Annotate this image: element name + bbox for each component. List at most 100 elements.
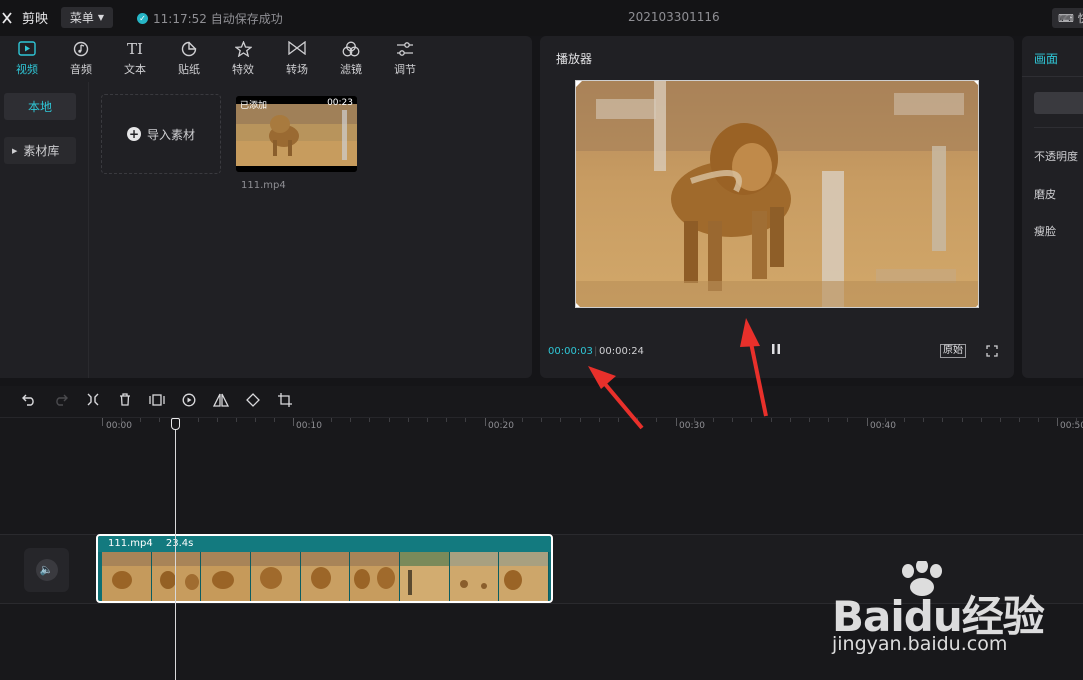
timeline-toolbar — [0, 386, 1083, 418]
tab-video[interactable]: 视频 — [0, 36, 54, 82]
pause-icon — [772, 344, 780, 354]
tick-mark — [293, 418, 294, 426]
tab-canvas[interactable]: 画面 — [1034, 50, 1058, 67]
aspect-original-button[interactable]: 原始 — [940, 344, 966, 358]
clip-frame — [102, 552, 152, 601]
app-name: 剪映 — [22, 12, 49, 27]
minor-tick — [1037, 418, 1039, 422]
minor-tick — [445, 418, 447, 422]
tick-mark — [867, 418, 868, 426]
minor-tick — [216, 418, 218, 422]
speaker-icon: 🔈 — [35, 559, 58, 581]
watermark-url: jingyan.baidu.com — [832, 633, 1008, 655]
play-reverse-button[interactable] — [178, 393, 199, 411]
keyboard-icon: ⌨ — [1058, 11, 1074, 25]
shortcut-button[interactable]: ⌨ 快 — [1052, 8, 1083, 28]
redo-button[interactable] — [50, 394, 71, 410]
clip-frame — [300, 552, 351, 601]
time-separator: | — [594, 346, 598, 357]
smooth-skin-label: 磨皮 — [1034, 188, 1056, 201]
rotate-icon — [245, 392, 260, 407]
music-icon — [73, 41, 89, 58]
trash-icon — [119, 393, 130, 406]
props-divider-2 — [1034, 127, 1083, 128]
chevron-down-icon: ▼ — [97, 13, 105, 22]
media-tabs: 视频 音频 TI 文本 贴纸 特效 转场 滤镜 调节 — [0, 36, 532, 82]
split-button[interactable] — [82, 393, 103, 410]
video-icon — [18, 41, 36, 58]
undo-icon — [21, 394, 34, 406]
minor-tick — [789, 418, 791, 422]
tick-label: 00:30 — [679, 421, 705, 431]
minor-tick — [904, 418, 906, 422]
minor-tick — [655, 418, 657, 422]
minor-tick — [713, 418, 715, 422]
side-item-local[interactable]: 本地 — [4, 93, 76, 120]
menu-button[interactable]: 菜单 ▼ — [61, 7, 113, 28]
check-icon: ✓ — [137, 13, 148, 24]
minor-tick — [732, 418, 734, 422]
crop-button[interactable] — [274, 392, 295, 411]
tick-mark — [1057, 418, 1058, 426]
time-ruler[interactable]: 00:00 00:10 00:20 00:30 00:40 00:50 — [0, 418, 1083, 432]
mirror-icon — [212, 393, 229, 407]
lion-video-frame — [576, 81, 978, 307]
minor-tick — [923, 418, 925, 422]
minor-tick — [350, 418, 352, 422]
minor-tick — [254, 418, 256, 422]
tab-adjust[interactable]: 调节 — [378, 36, 432, 82]
minor-tick — [388, 418, 390, 422]
playhead-line[interactable] — [175, 420, 176, 680]
minor-tick — [598, 418, 600, 422]
tab-filter[interactable]: 滤镜 — [324, 36, 378, 82]
minor-tick — [121, 418, 123, 422]
import-media-button[interactable]: + 导入素材 — [101, 94, 221, 174]
video-preview[interactable] — [575, 80, 979, 308]
media-thumbnail[interactable]: 已添加 00:23 — [236, 96, 357, 172]
tab-audio[interactable]: 音频 — [54, 36, 108, 82]
minor-tick — [942, 418, 944, 422]
slim-face-label: 瘦脸 — [1034, 225, 1056, 238]
tab-text[interactable]: TI 文本 — [108, 36, 162, 82]
delete-button[interactable] — [114, 393, 135, 410]
app-logo: 剪映 — [2, 8, 48, 27]
minor-tick — [999, 418, 1001, 422]
added-badge: 已添加 — [240, 101, 268, 111]
freeze-frame-button[interactable] — [146, 393, 167, 410]
props-input[interactable] — [1034, 92, 1083, 114]
minor-tick — [331, 418, 333, 422]
tab-effects[interactable]: 特效 — [216, 36, 270, 82]
minor-tick — [426, 418, 428, 422]
minor-tick — [694, 418, 696, 422]
text-icon: TI — [127, 40, 143, 58]
tab-filter-label: 滤镜 — [340, 63, 362, 76]
project-name: 202103301116 — [628, 10, 720, 24]
total-time: 00:00:24 — [599, 346, 644, 357]
fullscreen-button[interactable] — [986, 345, 998, 360]
undo-button[interactable] — [18, 394, 39, 410]
clip-duration: 23.4s — [165, 538, 194, 549]
clip-frame — [499, 552, 550, 601]
minor-tick — [770, 418, 772, 422]
rotate-button[interactable] — [242, 392, 263, 411]
minor-tick — [827, 418, 829, 422]
playhead-handle[interactable] — [171, 418, 180, 430]
minor-tick — [159, 418, 161, 422]
tick-label: 00:20 — [488, 421, 514, 431]
tab-sticker[interactable]: 贴纸 — [162, 36, 216, 82]
freeze-frame-icon — [148, 393, 165, 406]
clip-frame — [251, 552, 301, 601]
side-item-library[interactable]: ▶ 素材库 — [4, 137, 76, 164]
reverse-play-icon — [182, 393, 195, 406]
minor-tick — [1018, 418, 1020, 422]
pause-button[interactable] — [771, 343, 781, 358]
minor-tick — [140, 418, 142, 422]
properties-panel: 画面 不透明度 磨皮 瘦脸 — [1022, 36, 1083, 378]
track-mute-button[interactable]: 🔈 — [24, 548, 69, 592]
video-clip[interactable]: 111.mp4 23.4s — [96, 534, 553, 603]
tab-transition[interactable]: 转场 — [270, 36, 324, 82]
current-time: 00:00:03 — [548, 346, 593, 357]
mirror-button[interactable] — [210, 393, 231, 411]
tick-mark — [485, 418, 486, 426]
caret-right-icon: ▶ — [12, 146, 18, 155]
